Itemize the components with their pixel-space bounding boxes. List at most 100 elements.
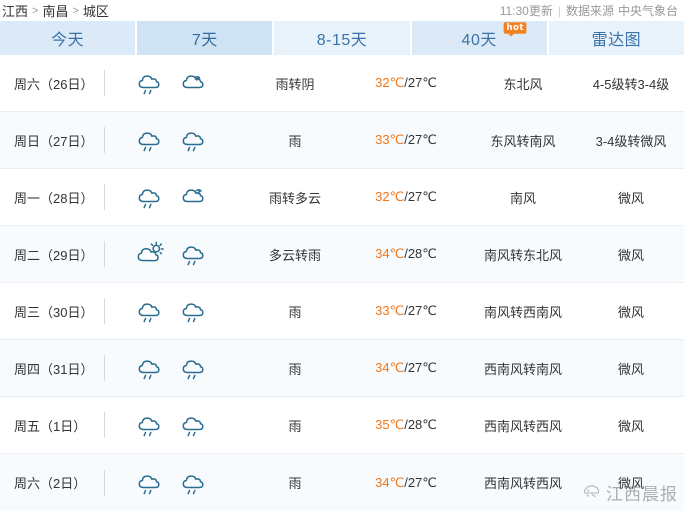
temperature-range: 34℃/27℃ bbox=[350, 475, 462, 491]
wind-direction-label: 西南风转西风 bbox=[483, 418, 562, 434]
weather-icon-group bbox=[105, 410, 240, 440]
weather-icon-group bbox=[105, 296, 240, 326]
breadcrumb-item-city[interactable]: 南昌 bbox=[42, 1, 68, 20]
low-temperature: 27℃ bbox=[407, 474, 437, 490]
wind-direction-label: 南风 bbox=[509, 190, 536, 206]
forecast-row[interactable]: 周六（26日） 雨转阴 32℃/27℃ 东北风 4-5级转3-4级 bbox=[0, 55, 684, 112]
weather-icon-group bbox=[105, 468, 240, 498]
high-temperature: 32℃ bbox=[375, 75, 405, 90]
wind-level-label: 微风 bbox=[617, 476, 644, 491]
forecast-day-label: 周三（30日） bbox=[14, 304, 94, 320]
weather-icon-group bbox=[105, 353, 240, 383]
forecast-day-label: 周日（27日） bbox=[14, 133, 94, 149]
breadcrumb-separator-icon: > bbox=[72, 4, 79, 17]
tab-label: 8-15天 bbox=[316, 32, 368, 49]
tab-40days[interactable]: 40天 hot bbox=[411, 21, 549, 55]
forecast-day-label: 周六（2日） bbox=[14, 476, 87, 491]
temperature-range: 33℃/27℃ bbox=[350, 303, 462, 319]
forecast-day-label: 周五（1日） bbox=[14, 418, 87, 434]
wind-direction-label: 南风转西南风 bbox=[483, 304, 562, 320]
tab-label: 7天 bbox=[191, 32, 218, 49]
forecast-row[interactable]: 周二（29日） 多云转雨 34℃/28℃ 南风转东北风 微风 bbox=[0, 226, 684, 283]
breadcrumb: 江西 > 南昌 > 城区 bbox=[2, 1, 109, 20]
forecast-row[interactable]: 周四（31日） 雨 34℃/27℃ 西南风转南风 微风 bbox=[0, 340, 684, 397]
weather-icon-rain bbox=[182, 132, 204, 152]
weather-condition-label: 雨转阴 bbox=[275, 76, 315, 92]
temperature-range: 32℃/27℃ bbox=[350, 189, 462, 205]
forecast-day-label: 周一（28日） bbox=[14, 190, 94, 206]
weather-icon-partly-cloudy-night bbox=[182, 189, 204, 203]
data-source-label: 数据来源 bbox=[565, 4, 614, 18]
forecast-row[interactable]: 周日（27日） 雨 33℃/27℃ 东风转南风 3-4级转微风 bbox=[0, 112, 684, 169]
wind-level-label: 微风 bbox=[617, 418, 644, 434]
low-temperature: 27℃ bbox=[407, 360, 437, 375]
wind-direction-label: 南风转东北风 bbox=[483, 247, 562, 263]
weather-icon-rain bbox=[138, 132, 160, 152]
weather-icon-group bbox=[105, 239, 240, 269]
weather-condition-label: 雨 bbox=[288, 418, 302, 434]
wind-level-label: 微风 bbox=[617, 190, 644, 206]
forecast-row[interactable]: 周五（1日） 雨 35℃/28℃ 西南风转西风 微风 bbox=[0, 397, 684, 454]
weather-icon-rain bbox=[182, 246, 204, 266]
weather-icon-rain bbox=[138, 360, 160, 380]
weather-icon-rain bbox=[138, 303, 160, 323]
wind-level-label: 4-5级转3-4级 bbox=[592, 76, 670, 92]
weather-icon-rain bbox=[182, 417, 204, 437]
data-source-name: 中央气象台 bbox=[617, 4, 678, 18]
temperature-range: 35℃/28℃ bbox=[350, 417, 462, 433]
weather-icon-group bbox=[105, 182, 240, 212]
weather-icon-rain bbox=[138, 75, 160, 95]
temperature-range: 34℃/28℃ bbox=[350, 246, 462, 262]
weather-condition-label: 多云转雨 bbox=[268, 247, 321, 263]
weather-condition-label: 雨转多云 bbox=[268, 190, 321, 206]
weather-condition-label: 雨 bbox=[288, 361, 302, 377]
tab-radar-map[interactable]: 雷达图 bbox=[548, 21, 684, 55]
high-temperature: 34℃ bbox=[375, 360, 405, 375]
tab-label: 雷达图 bbox=[591, 32, 642, 49]
forecast-row[interactable]: 周三（30日） 雨 33℃/27℃ 南风转西南风 微风 bbox=[0, 283, 684, 340]
high-temperature: 33℃ bbox=[375, 132, 405, 147]
low-temperature: 27℃ bbox=[407, 189, 437, 204]
low-temperature: 27℃ bbox=[407, 303, 437, 318]
low-temperature: 27℃ bbox=[407, 75, 437, 90]
weather-icon-cloudy-night bbox=[182, 75, 204, 89]
weather-icon-rain bbox=[138, 474, 160, 494]
tab-label: 40天 bbox=[461, 32, 497, 49]
low-temperature: 28℃ bbox=[407, 246, 437, 261]
wind-direction-label: 西南风转南风 bbox=[483, 361, 562, 377]
tab-today[interactable]: 今天 bbox=[0, 21, 138, 55]
forecast-row[interactable]: 周一（28日） 雨转多云 32℃/27℃ 南风 微风 bbox=[0, 169, 684, 226]
wind-direction-label: 东风转南风 bbox=[490, 133, 556, 149]
wind-level-label: 微风 bbox=[617, 304, 644, 320]
wind-level-label: 微风 bbox=[617, 361, 644, 377]
temperature-range: 33℃/27℃ bbox=[350, 132, 462, 148]
forecast-day-label: 周四（31日） bbox=[14, 361, 94, 377]
high-temperature: 33℃ bbox=[375, 303, 405, 318]
low-temperature: 27℃ bbox=[407, 132, 437, 147]
weather-icon-rain bbox=[182, 474, 204, 494]
meta-divider: | bbox=[557, 3, 561, 18]
weather-condition-label: 雨 bbox=[288, 476, 302, 491]
breadcrumb-item-province[interactable]: 江西 bbox=[2, 1, 28, 20]
forecast-range-tabs: 今天 7天 8-15天 40天 hot 雷达图 bbox=[0, 21, 684, 55]
hot-badge: hot bbox=[503, 22, 527, 37]
header-meta: 11:30更新 | 数据来源 中央气象台 bbox=[500, 2, 678, 19]
tab-label: 今天 bbox=[51, 32, 85, 49]
tab-7days[interactable]: 7天 bbox=[137, 21, 275, 55]
temperature-range: 34℃/27℃ bbox=[350, 360, 462, 376]
weather-icon-rain bbox=[138, 417, 160, 437]
high-temperature: 35℃ bbox=[375, 417, 405, 432]
forecast-row[interactable]: 周六（2日） 雨 34℃/27℃ 西南风转西风 微风 bbox=[0, 454, 684, 511]
tab-8to15days[interactable]: 8-15天 bbox=[274, 21, 412, 55]
breadcrumb-separator-icon: > bbox=[32, 4, 39, 17]
weather-icon-group bbox=[105, 68, 240, 98]
wind-direction-label: 东北风 bbox=[503, 76, 543, 92]
high-temperature: 32℃ bbox=[375, 189, 405, 204]
weather-icon-rain bbox=[182, 303, 204, 323]
wind-level-label: 微风 bbox=[617, 247, 644, 263]
update-time: 11:30更新 bbox=[499, 4, 553, 18]
page-header: 江西 > 南昌 > 城区 11:30更新 | 数据来源 中央气象台 bbox=[0, 0, 684, 21]
weather-condition-label: 雨 bbox=[288, 133, 302, 149]
weather-icon-group bbox=[105, 125, 240, 155]
breadcrumb-item-district[interactable]: 城区 bbox=[83, 1, 109, 20]
